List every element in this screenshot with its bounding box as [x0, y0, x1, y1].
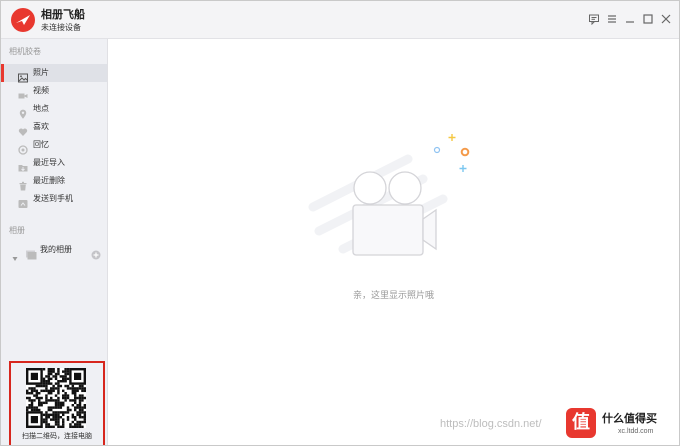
- sidebar-item-recently-deleted[interactable]: 最近删除: [1, 172, 107, 191]
- title-bar: 相册飞船 未连接设备: [1, 1, 679, 39]
- maximize-icon[interactable]: [642, 13, 654, 25]
- import-folder-icon: [18, 158, 28, 172]
- trash-icon: [18, 176, 28, 191]
- empty-state-camera-illustration: [303, 127, 483, 271]
- qr-code-panel: 扫描二维码，连接电脑: [9, 361, 105, 445]
- sidebar-item-label: 喜欢: [33, 122, 49, 131]
- sidebar-item-label: 最近导入: [33, 158, 65, 167]
- add-album-icon[interactable]: [91, 245, 101, 264]
- app-logo-icon: [11, 8, 35, 32]
- connection-status: 未连接设备: [41, 23, 81, 32]
- send-to-phone-icon: [18, 194, 28, 208]
- qr-caption: 扫描二维码，连接电脑: [22, 432, 92, 440]
- sidebar-item-label: 最近删除: [33, 176, 65, 185]
- close-icon[interactable]: [660, 13, 672, 25]
- badge-text: 什么值得买: [602, 413, 657, 425]
- sidebar-item-recent-imports[interactable]: 最近导入: [1, 154, 107, 172]
- sidebar-item-my-albums[interactable]: 我的相册: [1, 242, 107, 261]
- location-pin-icon: [18, 104, 28, 119]
- album-label: 我的相册: [40, 245, 72, 254]
- sidebar-item-memories[interactable]: 回忆: [1, 136, 107, 155]
- main-content: 亲，这里显示照片哦: [108, 39, 679, 445]
- badge-url: xc.ltdd.com: [618, 428, 654, 435]
- expand-arrow-icon[interactable]: [12, 247, 18, 266]
- sidebar-item-photos[interactable]: 照片: [1, 64, 107, 83]
- empty-state-message: 亲，这里显示照片哦: [352, 291, 434, 301]
- photo-icon: [18, 68, 28, 83]
- sidebar-item-favorites[interactable]: 喜欢: [1, 118, 107, 136]
- sidebar-item-label: 地点: [33, 104, 49, 113]
- section-header-camera-roll: 相机胶卷: [9, 47, 41, 56]
- sidebar-item-videos[interactable]: 视频: [1, 82, 107, 100]
- sidebar: 相机胶卷 照片 视频 地点 喜欢 回忆 最近导入 最近删除 发送到手机 相册 我…: [1, 39, 108, 445]
- qr-code[interactable]: [26, 368, 87, 429]
- badge-logo-icon: 值: [566, 408, 596, 438]
- video-icon: [18, 86, 28, 99]
- sidebar-item-label: 照片: [33, 68, 49, 77]
- sidebar-item-send-to-phone[interactable]: 发送到手机: [1, 190, 107, 208]
- album-stack-icon: [25, 245, 37, 264]
- app-window: 相册飞船 未连接设备 相机胶卷 照片 视频 地点 喜欢 回忆 最近导入 最近删除…: [0, 0, 680, 446]
- memories-icon: [18, 140, 28, 155]
- sidebar-item-places[interactable]: 地点: [1, 100, 107, 119]
- sidebar-item-label: 回忆: [33, 140, 49, 149]
- minimize-icon[interactable]: [624, 13, 636, 25]
- active-indicator: [1, 64, 4, 82]
- section-header-albums: 相册: [9, 226, 25, 235]
- watermark-text: https://blog.csdn.net/: [440, 418, 542, 430]
- corner-logo: 值 什么值得买 xc.ltdd.com: [566, 406, 680, 446]
- sidebar-item-label: 发送到手机: [33, 194, 73, 203]
- sidebar-item-label: 视频: [33, 86, 49, 95]
- feedback-icon[interactable]: [588, 13, 600, 25]
- menu-icon[interactable]: [606, 13, 618, 25]
- app-title: 相册飞船: [41, 8, 85, 21]
- heart-icon: [18, 122, 28, 136]
